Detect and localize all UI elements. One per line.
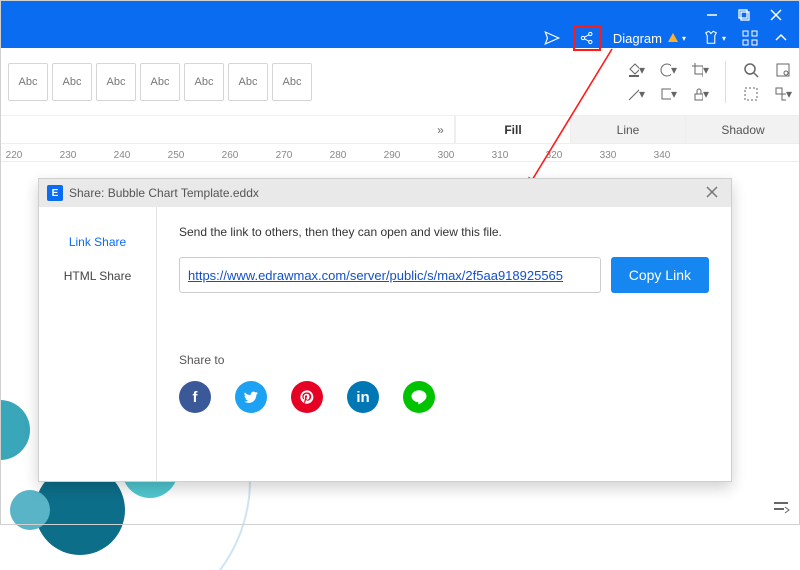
ruler-tick: 230 (58, 150, 78, 161)
expand-panel-icon[interactable]: » (427, 116, 455, 143)
ruler-tick: 340 (652, 150, 672, 161)
style-preset[interactable]: Abc (96, 63, 136, 101)
ruler-tick: 280 (328, 150, 348, 161)
ruler: 220 230 240 250 260 270 280 290 300 310 … (0, 144, 800, 162)
share-link-field[interactable]: https://www.edrawmax.com/server/public/s… (179, 257, 601, 293)
share-link[interactable]: https://www.edrawmax.com/server/public/s… (188, 268, 563, 283)
crop-icon[interactable]: ▾ (691, 61, 709, 79)
line-icon[interactable]: ▾ (627, 85, 645, 103)
group-icon[interactable]: ▾ (774, 85, 792, 103)
style-preset[interactable]: Abc (272, 63, 312, 101)
close-button[interactable] (760, 4, 792, 26)
dialog-close-button[interactable] (701, 186, 723, 201)
shirt-icon[interactable]: ▾ (698, 25, 730, 51)
tab-fill[interactable]: Fill (455, 116, 570, 143)
ruler-tick: 250 (166, 150, 186, 161)
app-logo-icon: E (47, 185, 63, 201)
pinterest-icon[interactable] (291, 381, 323, 413)
chevron-down-icon: ▾ (682, 34, 686, 43)
page-setup-icon[interactable] (772, 497, 790, 515)
top-toolbar: Diagram ▾ ▾ (539, 24, 792, 52)
ruler-tick: 320 (544, 150, 564, 161)
search-icon[interactable] (742, 61, 760, 79)
apps-icon[interactable] (738, 25, 762, 51)
lock-icon[interactable]: ▾ (691, 85, 709, 103)
ruler-tick: 300 (436, 150, 456, 161)
minimize-button[interactable] (696, 4, 728, 26)
style-presets: Abc Abc Abc Abc Abc Abc Abc (8, 63, 312, 101)
copy-link-button[interactable]: Copy Link (611, 257, 709, 293)
share-dialog: E Share: Bubble Chart Template.eddx Link… (38, 178, 732, 482)
diagram-label: Diagram (613, 31, 662, 46)
style-preset[interactable]: Abc (52, 63, 92, 101)
ruler-tick: 220 (4, 150, 24, 161)
share-icon[interactable] (573, 25, 601, 51)
screenshot-icon[interactable] (774, 61, 792, 79)
statusbar-fragment (772, 497, 790, 515)
linkedin-icon[interactable]: in (347, 381, 379, 413)
dialog-title: Share: Bubble Chart Template.eddx (69, 186, 701, 200)
maximize-button[interactable] (728, 4, 760, 26)
box-icon[interactable]: ▾ (659, 85, 677, 103)
select-icon[interactable] (742, 85, 760, 103)
ruler-tick: 290 (382, 150, 402, 161)
property-tabs: » Fill Line Shadow (0, 116, 800, 144)
social-row: f in (179, 381, 709, 413)
dialog-main: Send the link to others, then they can o… (157, 207, 731, 481)
share-to-label: Share to (179, 353, 709, 367)
ruler-tick: 270 (274, 150, 294, 161)
dialog-sidebar: Link Share HTML Share (39, 207, 157, 481)
chevron-down-icon: ▾ (722, 34, 726, 43)
shape-icon[interactable]: ▾ (659, 61, 677, 79)
fill-icon[interactable]: ▾ (627, 61, 645, 79)
facebook-icon[interactable]: f (179, 381, 211, 413)
tab-shadow[interactable]: Shadow (685, 116, 800, 143)
style-preset[interactable]: Abc (184, 63, 224, 101)
ruler-tick: 240 (112, 150, 132, 161)
ruler-tick: 330 (598, 150, 618, 161)
separator (725, 61, 726, 103)
collapse-icon[interactable] (770, 25, 792, 51)
style-preset[interactable]: Abc (140, 63, 180, 101)
ribbon: Abc Abc Abc Abc Abc Abc Abc ▾ ▾ ▾ ▾ ▾ ▾ … (0, 48, 800, 116)
send-icon[interactable] (539, 25, 565, 51)
twitter-icon[interactable] (235, 381, 267, 413)
style-preset[interactable]: Abc (228, 63, 268, 101)
sidebar-html-share[interactable]: HTML Share (39, 259, 156, 293)
diagram-menu[interactable]: Diagram ▾ (609, 25, 690, 51)
sidebar-link-share[interactable]: Link Share (39, 225, 156, 259)
ruler-tick: 310 (490, 150, 510, 161)
ruler-tick: 260 (220, 150, 240, 161)
share-hint: Send the link to others, then they can o… (179, 225, 709, 239)
line-icon[interactable] (403, 381, 435, 413)
dialog-header: E Share: Bubble Chart Template.eddx (39, 179, 731, 207)
tab-line[interactable]: Line (570, 116, 685, 143)
style-preset[interactable]: Abc (8, 63, 48, 101)
